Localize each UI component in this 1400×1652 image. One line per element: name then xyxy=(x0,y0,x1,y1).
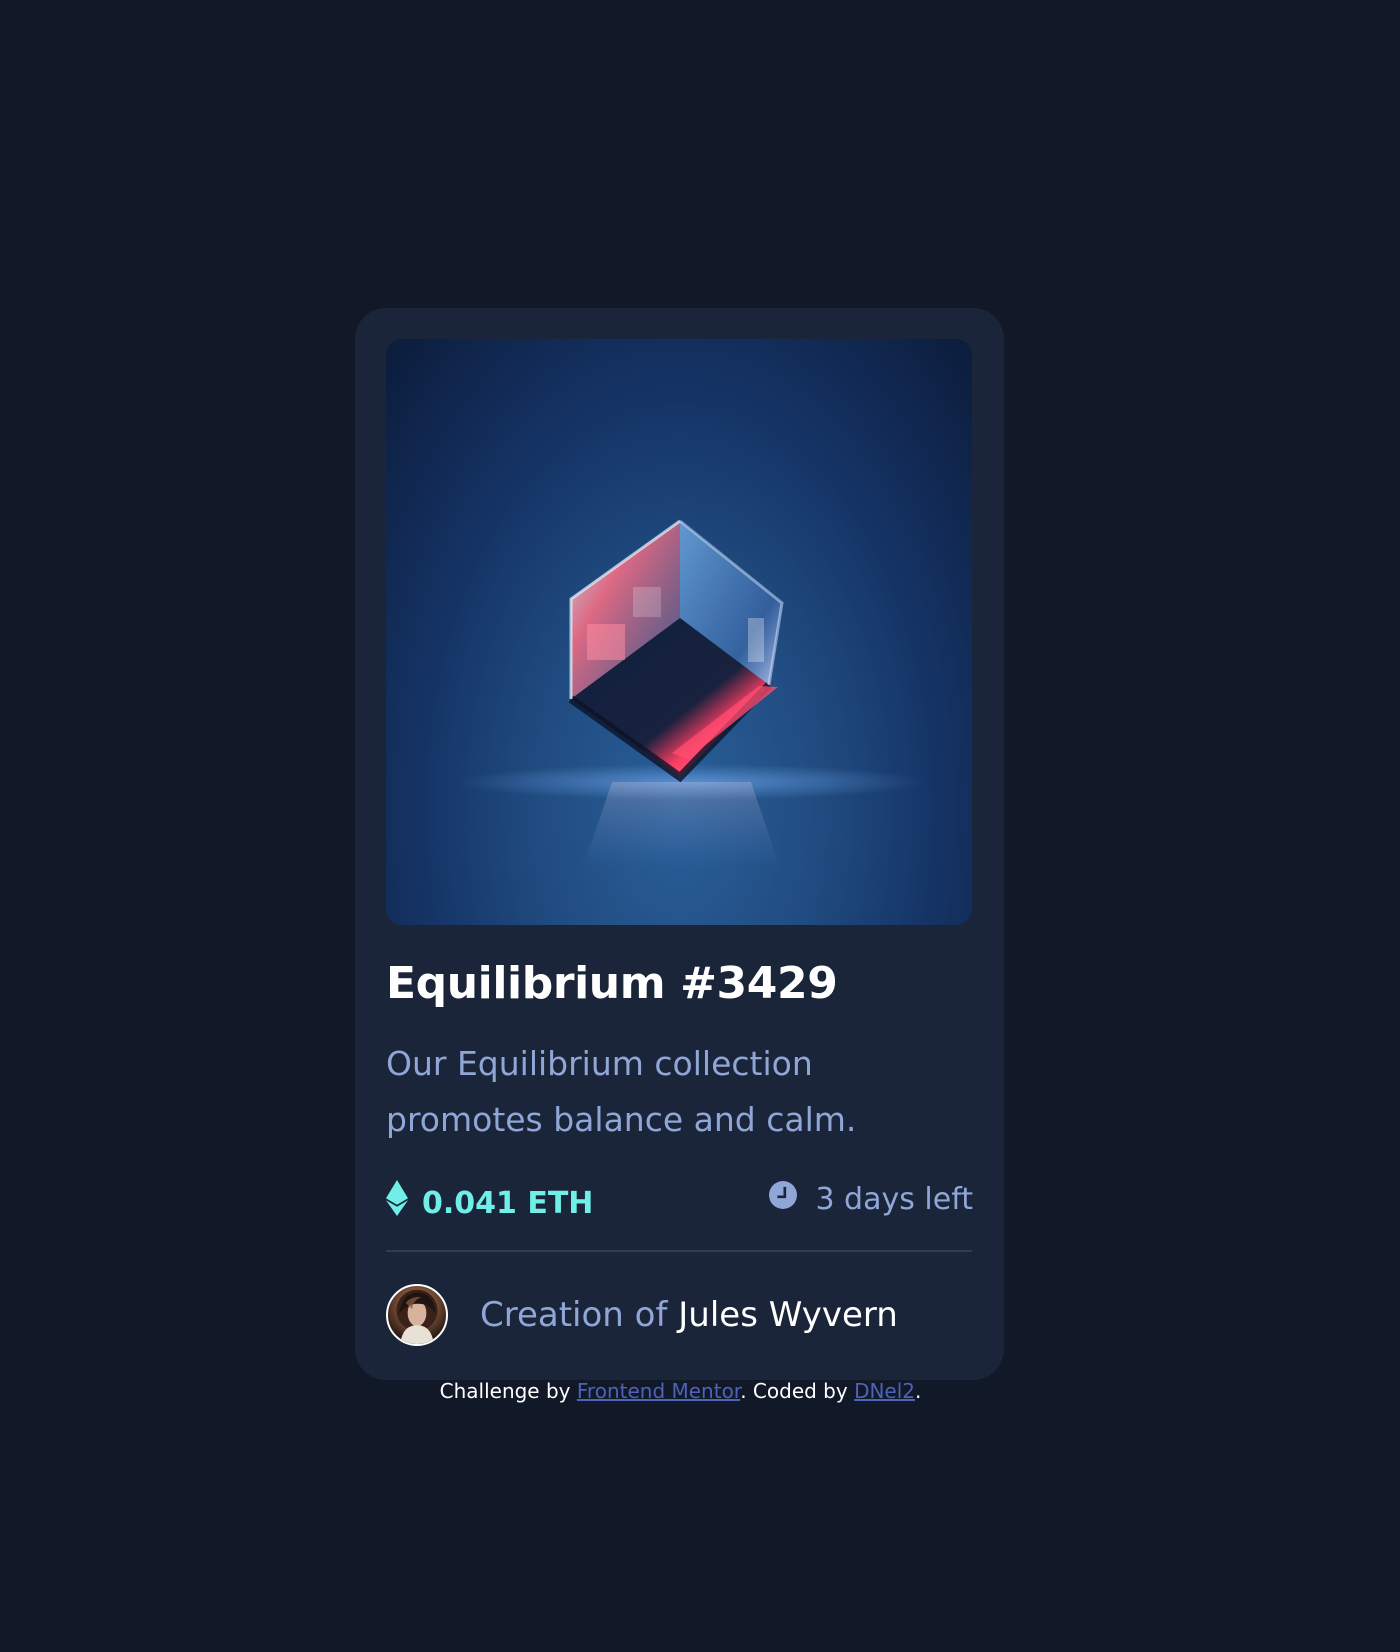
time-info: 3 days left xyxy=(769,1180,973,1220)
ethereum-icon xyxy=(386,1180,408,1227)
nft-title[interactable]: Equilibrium #3429 xyxy=(386,955,838,1013)
avatar-portrait xyxy=(396,1289,438,1344)
nft-description: Our Equilibrium collection promotes bala… xyxy=(386,1044,857,1139)
frontend-mentor-link[interactable]: Frontend Mentor xyxy=(577,1379,740,1403)
equilibrium-image[interactable] xyxy=(386,339,972,925)
nft-card: Equilibrium #3429 Our Equilibrium collec… xyxy=(355,308,1004,1380)
coder-link[interactable]: DNel2 xyxy=(854,1379,915,1403)
time-remaining: 3 days left xyxy=(815,1182,973,1217)
card-divider xyxy=(386,1250,972,1252)
footer-suffix: . xyxy=(915,1379,922,1403)
price-value: 0.041 ETH xyxy=(422,1185,594,1221)
creator-text: Creation of Jules Wyvern xyxy=(480,1293,898,1337)
clock-icon xyxy=(769,1180,798,1220)
avatar xyxy=(386,1284,448,1346)
footer-middle-text: . Coded by xyxy=(740,1379,855,1403)
footer-challenge-prefix: Challenge by xyxy=(439,1379,577,1403)
creator-info: Creation of Jules Wyvern xyxy=(386,1284,898,1346)
crystal-cube-illustration xyxy=(456,519,926,868)
attribution-footer: Challenge by Frontend Mentor. Coded by D… xyxy=(0,1378,1361,1404)
creator-prefix: Creation of xyxy=(480,1295,679,1335)
price-info: 0.041 ETH xyxy=(386,1180,593,1227)
creator-name-link[interactable]: Jules Wyvern xyxy=(678,1295,898,1335)
